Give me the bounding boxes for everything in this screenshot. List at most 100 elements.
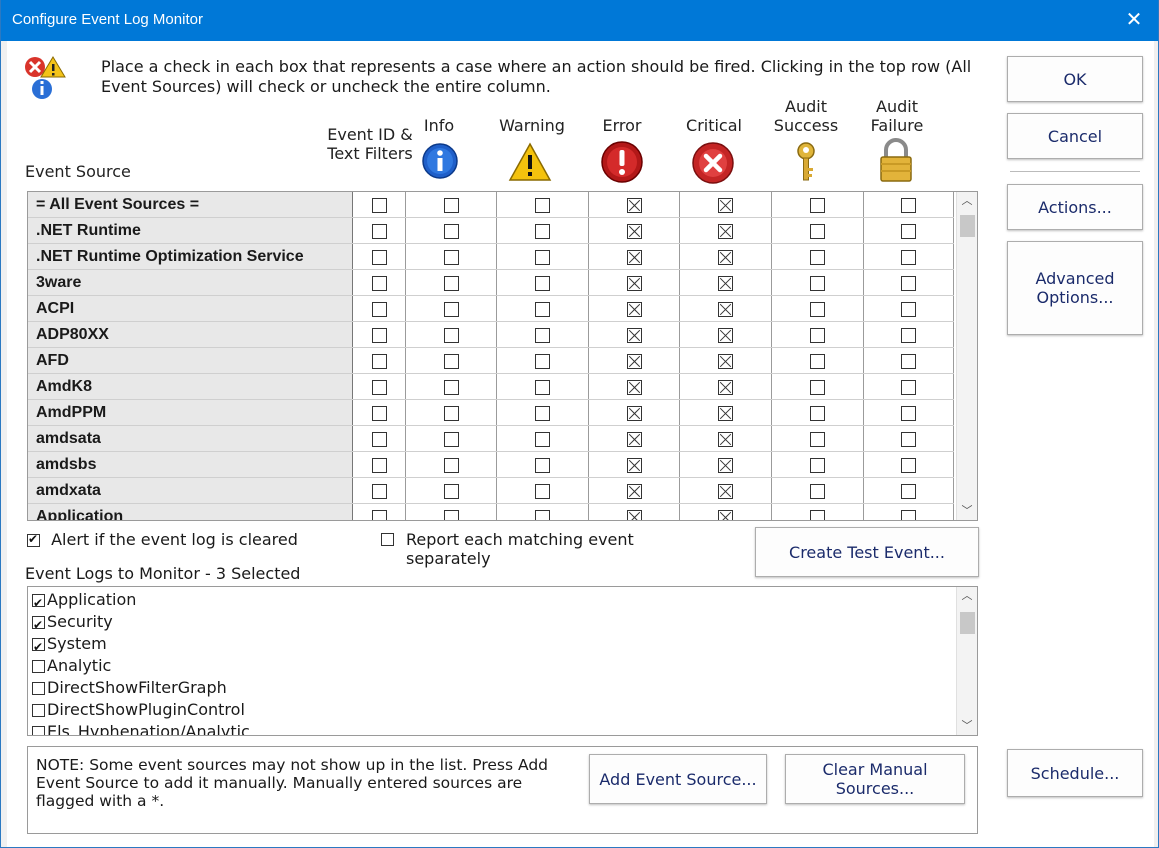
event-checkbox[interactable] [535, 405, 550, 421]
event-checkbox[interactable] [443, 509, 459, 520]
event-checkbox[interactable] [810, 483, 825, 499]
event-checkbox[interactable] [810, 223, 825, 239]
event-checkbox[interactable] [718, 457, 733, 473]
event-checkbox[interactable] [535, 483, 550, 499]
event-checkbox[interactable] [901, 275, 916, 291]
event-checkbox[interactable] [626, 405, 642, 421]
event-checkbox[interactable] [901, 197, 916, 213]
event-checkbox[interactable] [371, 327, 387, 343]
add-event-source-button[interactable]: Add Event Source... [589, 754, 767, 804]
event-checkbox[interactable] [626, 223, 642, 239]
event-checkbox[interactable] [901, 379, 916, 395]
event-checkbox[interactable] [901, 249, 916, 265]
event-checkbox[interactable] [443, 275, 459, 291]
logs-scroll-up-icon[interactable]: ︿ [957, 587, 977, 605]
event-checkbox[interactable] [810, 457, 825, 473]
log-checkbox[interactable] [32, 726, 45, 735]
event-checkbox[interactable] [901, 509, 916, 520]
event-checkbox[interactable] [535, 223, 550, 239]
log-checkbox[interactable] [32, 704, 45, 717]
event-checkbox[interactable] [443, 353, 459, 369]
event-checkbox[interactable] [626, 457, 642, 473]
log-checkbox[interactable] [32, 592, 45, 614]
event-checkbox[interactable] [810, 301, 825, 317]
list-item[interactable]: Analytic [32, 655, 111, 677]
event-checkbox[interactable] [718, 379, 733, 395]
event-checkbox[interactable] [626, 353, 642, 369]
event-checkbox[interactable] [535, 301, 550, 317]
event-checkbox[interactable] [443, 301, 459, 317]
event-checkbox[interactable] [718, 431, 733, 447]
event-checkbox[interactable] [371, 223, 387, 239]
event-checkbox[interactable] [443, 379, 459, 395]
event-checkbox[interactable] [443, 405, 459, 421]
event-checkbox[interactable] [718, 249, 733, 265]
event-checkbox[interactable] [626, 275, 642, 291]
event-checkbox[interactable] [810, 197, 825, 213]
event-checkbox[interactable] [901, 327, 916, 343]
event-checkbox[interactable] [810, 275, 825, 291]
close-icon[interactable]: ✕ [1119, 7, 1149, 31]
advanced-options-button[interactable]: Advanced Options... [1007, 241, 1143, 335]
event-checkbox[interactable] [810, 379, 825, 395]
event-checkbox[interactable] [810, 353, 825, 369]
alert-cleared-option[interactable]: Alert if the event log is cleared [27, 530, 298, 549]
event-checkbox[interactable] [718, 405, 733, 421]
event-checkbox[interactable] [535, 197, 550, 213]
scroll-up-icon[interactable]: ︿ [957, 192, 977, 210]
alert-cleared-checkbox[interactable] [27, 532, 40, 547]
event-checkbox[interactable] [626, 197, 642, 213]
event-checkbox[interactable] [626, 249, 642, 265]
event-checkbox[interactable] [535, 509, 550, 520]
cancel-button[interactable]: Cancel [1007, 113, 1143, 159]
scroll-down-icon[interactable]: ﹀ [957, 502, 977, 520]
grid-scrollbar[interactable]: ︿ ﹀ [956, 192, 977, 520]
event-checkbox[interactable] [443, 223, 459, 239]
event-checkbox[interactable] [901, 223, 916, 239]
create-test-event-button[interactable]: Create Test Event... [755, 527, 979, 577]
event-checkbox[interactable] [901, 457, 916, 473]
log-checkbox[interactable] [32, 682, 45, 695]
event-checkbox[interactable] [371, 405, 387, 421]
actions-button[interactable]: Actions... [1007, 184, 1143, 230]
event-checkbox[interactable] [901, 301, 916, 317]
event-checkbox[interactable] [901, 353, 916, 369]
event-checkbox[interactable] [626, 379, 642, 395]
log-checkbox[interactable] [32, 614, 45, 636]
event-checkbox[interactable] [535, 353, 550, 369]
event-checkbox[interactable] [810, 405, 825, 421]
event-checkbox[interactable] [718, 301, 733, 317]
event-checkbox[interactable] [371, 301, 387, 317]
event-checkbox[interactable] [718, 327, 733, 343]
log-checkbox[interactable] [32, 636, 45, 658]
event-checkbox[interactable] [371, 431, 387, 447]
list-item[interactable]: Application [32, 589, 136, 614]
event-checkbox[interactable] [371, 197, 387, 213]
event-checkbox[interactable] [535, 431, 550, 447]
event-checkbox[interactable] [810, 509, 825, 520]
event-checkbox[interactable] [443, 483, 459, 499]
list-item[interactable]: Els_Hyphenation/Analytic [32, 721, 250, 735]
event-checkbox[interactable] [718, 275, 733, 291]
event-checkbox[interactable] [443, 431, 459, 447]
event-checkbox[interactable] [718, 353, 733, 369]
list-item[interactable]: System [32, 633, 107, 658]
event-checkbox[interactable] [535, 457, 550, 473]
event-checkbox[interactable] [626, 509, 642, 520]
event-checkbox[interactable] [443, 457, 459, 473]
list-item[interactable]: DirectShowFilterGraph [32, 677, 227, 699]
event-checkbox[interactable] [535, 275, 550, 291]
report-separately-checkbox[interactable] [381, 533, 394, 546]
ok-button[interactable]: OK [1007, 56, 1143, 102]
event-checkbox[interactable] [535, 249, 550, 265]
event-checkbox[interactable] [718, 223, 733, 239]
logs-scroll-down-icon[interactable]: ﹀ [957, 717, 977, 735]
event-checkbox[interactable] [718, 483, 733, 499]
event-checkbox[interactable] [443, 327, 459, 343]
event-checkbox[interactable] [718, 509, 733, 520]
event-checkbox[interactable] [810, 431, 825, 447]
list-item[interactable]: DirectShowPluginControl [32, 699, 245, 721]
event-checkbox[interactable] [535, 327, 550, 343]
event-checkbox[interactable] [718, 197, 733, 213]
clear-manual-sources-button[interactable]: Clear Manual Sources... [785, 754, 965, 804]
